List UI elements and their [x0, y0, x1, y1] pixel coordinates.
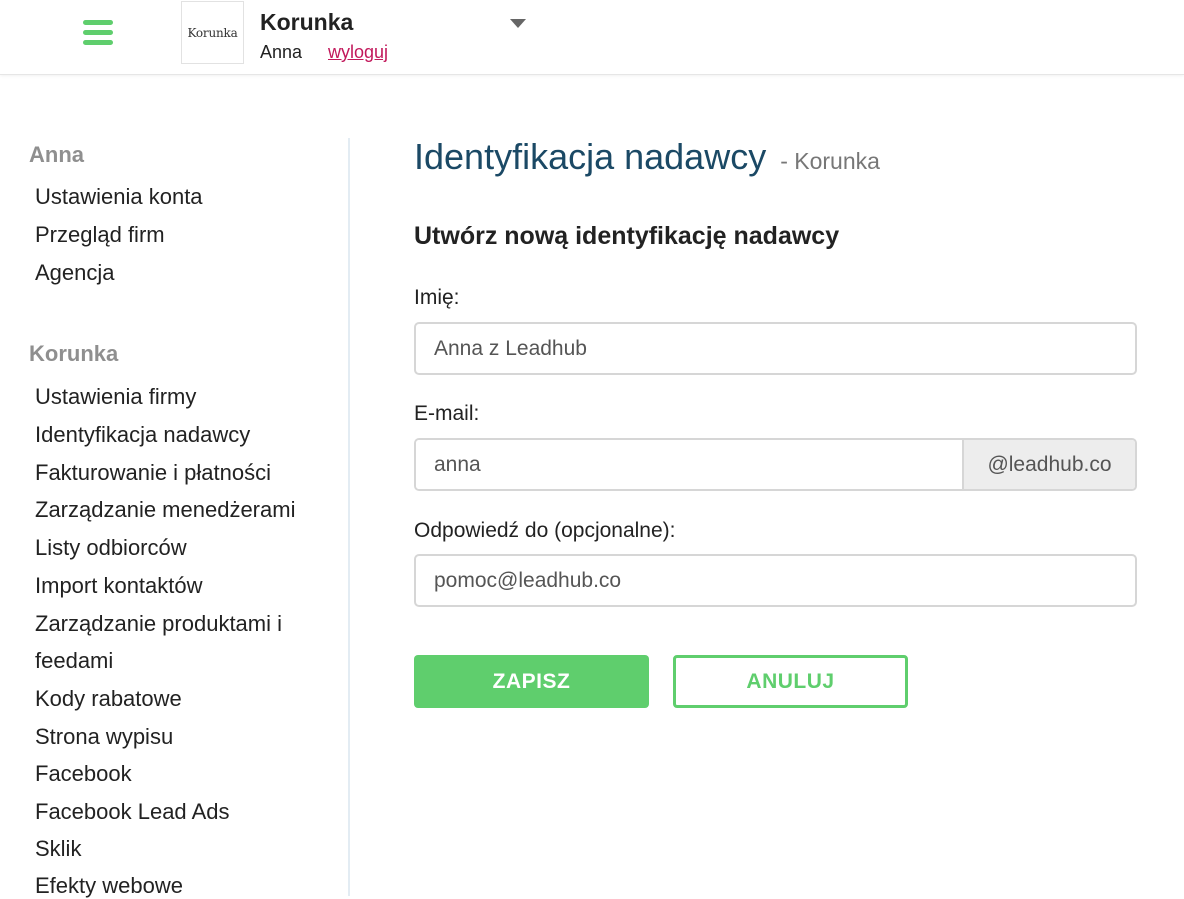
- form-section-title: Utwórz nową identyfikację nadawcy: [414, 222, 840, 250]
- sidebar-divider: [348, 138, 350, 896]
- email-field-label: E-mail:: [414, 402, 480, 425]
- hamburger-line: [83, 20, 113, 25]
- company-name: Korunka: [260, 9, 354, 35]
- sidebar-item-unsubscribe-page[interactable]: Strona wypisu: [35, 724, 173, 750]
- reply-to-input[interactable]: [414, 554, 1137, 607]
- page-subtitle: - Korunka: [780, 148, 880, 174]
- sidebar-item-account-settings[interactable]: Ustawienia konta: [35, 184, 203, 210]
- company-logo-text: Korunka: [187, 25, 238, 40]
- user-name: Anna: [260, 42, 303, 62]
- sidebar-item-company-settings[interactable]: Ustawienia firmy: [35, 384, 196, 410]
- page-title-text: Identyfikacja nadawcy: [414, 136, 767, 177]
- name-field-label: Imię:: [414, 286, 460, 309]
- company-logo: Korunka: [181, 1, 244, 64]
- sidebar-item-sklik[interactable]: Sklik: [35, 836, 81, 862]
- hamburger-menu-icon[interactable]: [80, 18, 116, 50]
- sidebar-item-contact-import[interactable]: Import kontaktów: [35, 573, 203, 599]
- sidebar-item-products-feeds[interactable]: Zarządzanie produktami i: [35, 611, 282, 637]
- logout-link[interactable]: wyloguj: [328, 42, 388, 63]
- sidebar-item-managers[interactable]: Zarządzanie menedżerami: [35, 497, 295, 523]
- top-bar: Korunka Korunka Anna wyloguj: [0, 0, 1184, 75]
- sidebar-item-billing[interactable]: Fakturowanie i płatności: [35, 460, 271, 486]
- name-input[interactable]: [414, 322, 1137, 375]
- page-title: Identyfikacja nadawcy - Korunka: [414, 136, 880, 178]
- email-input-group: @leadhub.co: [414, 438, 1137, 491]
- sidebar-item-web-effects[interactable]: Efekty webowe: [35, 873, 183, 899]
- sidebar-group-title-company: Korunka: [29, 341, 119, 366]
- sidebar-group-title-user: Anna: [29, 142, 84, 167]
- sidebar-item-recipient-lists[interactable]: Listy odbiorców: [35, 535, 187, 561]
- sidebar-item-discount-codes[interactable]: Kody rabatowe: [35, 686, 182, 712]
- reply-to-field-label: Odpowiedź do (opcjonalne):: [414, 519, 676, 542]
- save-button[interactable]: ZAPISZ: [414, 655, 649, 708]
- sidebar-item-products-feeds-cont[interactable]: feedami: [35, 648, 113, 674]
- sidebar-item-agency[interactable]: Agencja: [35, 260, 115, 286]
- cancel-button[interactable]: ANULUJ: [673, 655, 908, 708]
- email-domain-addon: @leadhub.co: [962, 440, 1135, 489]
- email-input[interactable]: [416, 440, 962, 489]
- sidebar-item-facebook[interactable]: Facebook: [35, 761, 132, 787]
- sidebar-item-companies-overview[interactable]: Przegląd firm: [35, 222, 165, 248]
- sidebar-item-facebook-lead-ads[interactable]: Facebook Lead Ads: [35, 799, 229, 825]
- sidebar-item-sender-identity[interactable]: Identyfikacja nadawcy: [35, 422, 250, 448]
- hamburger-line: [83, 40, 113, 45]
- company-switch-caret-icon[interactable]: [510, 19, 526, 28]
- hamburger-line: [83, 30, 113, 35]
